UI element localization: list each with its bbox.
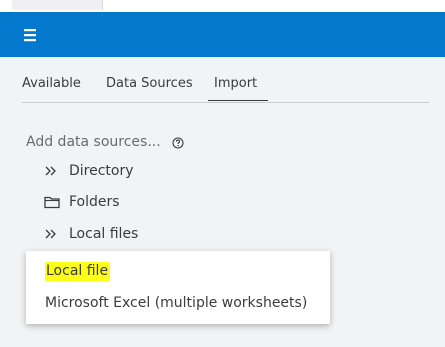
hamburger-menu-icon xyxy=(24,29,36,42)
tree-item-directory[interactable]: Directory xyxy=(44,162,244,182)
browser-tab-stub xyxy=(12,0,103,10)
tree-item-label: Local files xyxy=(69,226,139,242)
tree-item-folders[interactable]: Folders xyxy=(44,193,244,213)
folder-icon xyxy=(44,195,60,209)
hamburger-menu-button[interactable] xyxy=(18,26,42,44)
tree-item-local-files[interactable]: Local files xyxy=(44,225,244,245)
section-title: Add data sources... xyxy=(26,134,161,150)
menu-item-excel-multiple-worksheets[interactable]: Microsoft Excel (multiple worksheets) xyxy=(45,295,307,311)
tree-item-label: Directory xyxy=(69,163,134,179)
tab-bar: Available Data Sources Import xyxy=(22,57,429,103)
app-bar xyxy=(0,12,445,57)
tab-available[interactable]: Available xyxy=(22,76,81,91)
tree-item-label: Folders xyxy=(69,194,120,210)
top-strip xyxy=(0,0,445,12)
tab-data-sources[interactable]: Data Sources xyxy=(106,76,193,91)
help-circle-icon[interactable] xyxy=(172,137,184,149)
double-chevron-right-icon xyxy=(44,227,60,241)
menu-item-local-file[interactable]: Local file xyxy=(45,262,111,281)
tab-import[interactable]: Import xyxy=(214,76,257,91)
double-chevron-right-icon xyxy=(44,164,60,178)
local-files-dropdown-menu: Local file Microsoft Excel (multiple wor… xyxy=(26,251,330,324)
selected-tab-indicator xyxy=(208,100,268,101)
